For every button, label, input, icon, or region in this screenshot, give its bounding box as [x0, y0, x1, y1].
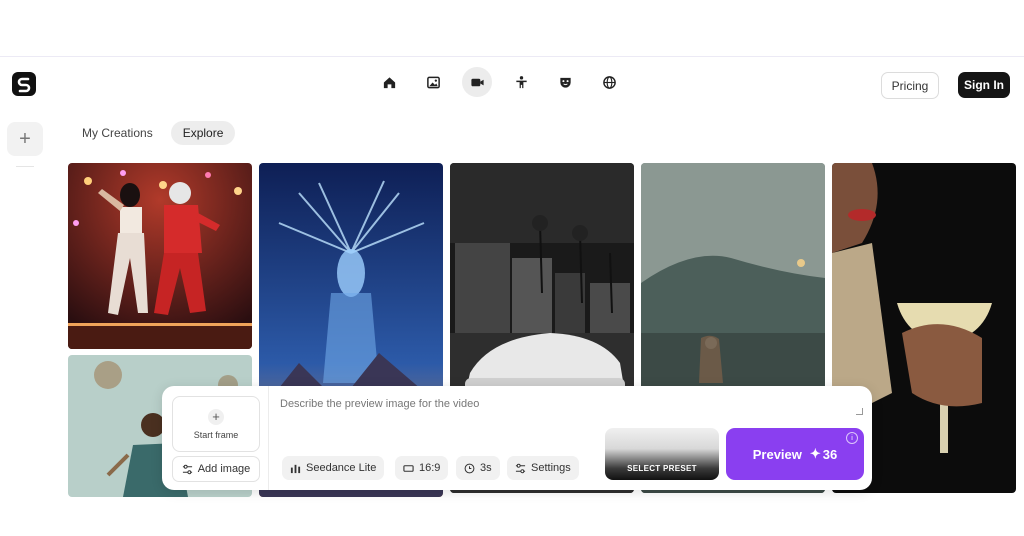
s-logo-icon[interactable]	[12, 72, 36, 96]
new-creation-button[interactable]: +	[7, 122, 43, 156]
duration-label: 3s	[480, 462, 492, 474]
preview-cost: 36	[822, 446, 838, 462]
panel-divider	[268, 386, 269, 490]
add-image-button[interactable]: Add image	[172, 456, 260, 482]
character-icon[interactable]	[506, 67, 536, 97]
prompt-input[interactable]	[274, 392, 864, 428]
select-preset-button[interactable]: SELECT PRESET	[605, 428, 719, 480]
preset-label: SELECT PRESET	[627, 464, 697, 473]
tab-my-creations[interactable]: My Creations	[70, 121, 165, 145]
image-icon[interactable]	[418, 67, 448, 97]
add-image-label: Add image	[197, 463, 251, 475]
plus-icon: +	[19, 127, 31, 150]
preview-button[interactable]: Preview ✦ 36	[726, 428, 864, 480]
aspect-ratio-selector[interactable]: 16:9	[395, 456, 449, 480]
start-frame-label: Start frame	[193, 429, 239, 440]
sliders-icon	[182, 464, 192, 474]
clock-icon	[464, 463, 475, 473]
model-selector[interactable]: Seedance Lite	[282, 456, 385, 480]
duration-selector[interactable]: 3s	[456, 456, 500, 480]
home-icon[interactable]	[374, 67, 404, 97]
gallery-card[interactable]	[68, 163, 252, 349]
settings-button[interactable]: Settings	[507, 456, 579, 480]
navbar: Pricing Sign In	[0, 62, 1024, 108]
sign-in-button[interactable]: Sign In	[958, 72, 1010, 98]
resize-handle[interactable]	[856, 408, 863, 415]
pricing-button[interactable]: Pricing	[881, 72, 939, 99]
preview-label: Preview	[752, 446, 802, 462]
top-strip	[0, 0, 1024, 57]
nav-icons	[374, 67, 624, 97]
info-icon[interactable]: i	[846, 432, 858, 444]
sparkle-icon: ✦	[809, 446, 821, 461]
mask-icon[interactable]	[550, 67, 580, 97]
start-frame-upload[interactable]: + Start frame	[172, 396, 260, 452]
sliders-icon	[515, 463, 526, 473]
video-icon[interactable]	[462, 67, 492, 97]
globe-icon[interactable]	[594, 67, 624, 97]
creation-tabs: My Creations Explore	[70, 121, 236, 145]
settings-label: Settings	[531, 462, 571, 474]
dancers-image	[68, 163, 252, 349]
bar-chart-icon	[290, 464, 301, 473]
composer-panel: + Start frame Add image Seedance Lite 16…	[162, 386, 872, 490]
aspect-ratio-label: 16:9	[419, 462, 441, 474]
rail-divider	[16, 166, 34, 167]
tab-explore[interactable]: Explore	[170, 121, 236, 145]
left-rail: +	[0, 110, 48, 536]
plus-icon: +	[208, 408, 224, 425]
model-label: Seedance Lite	[306, 462, 377, 474]
aspect-ratio-icon	[403, 464, 414, 472]
